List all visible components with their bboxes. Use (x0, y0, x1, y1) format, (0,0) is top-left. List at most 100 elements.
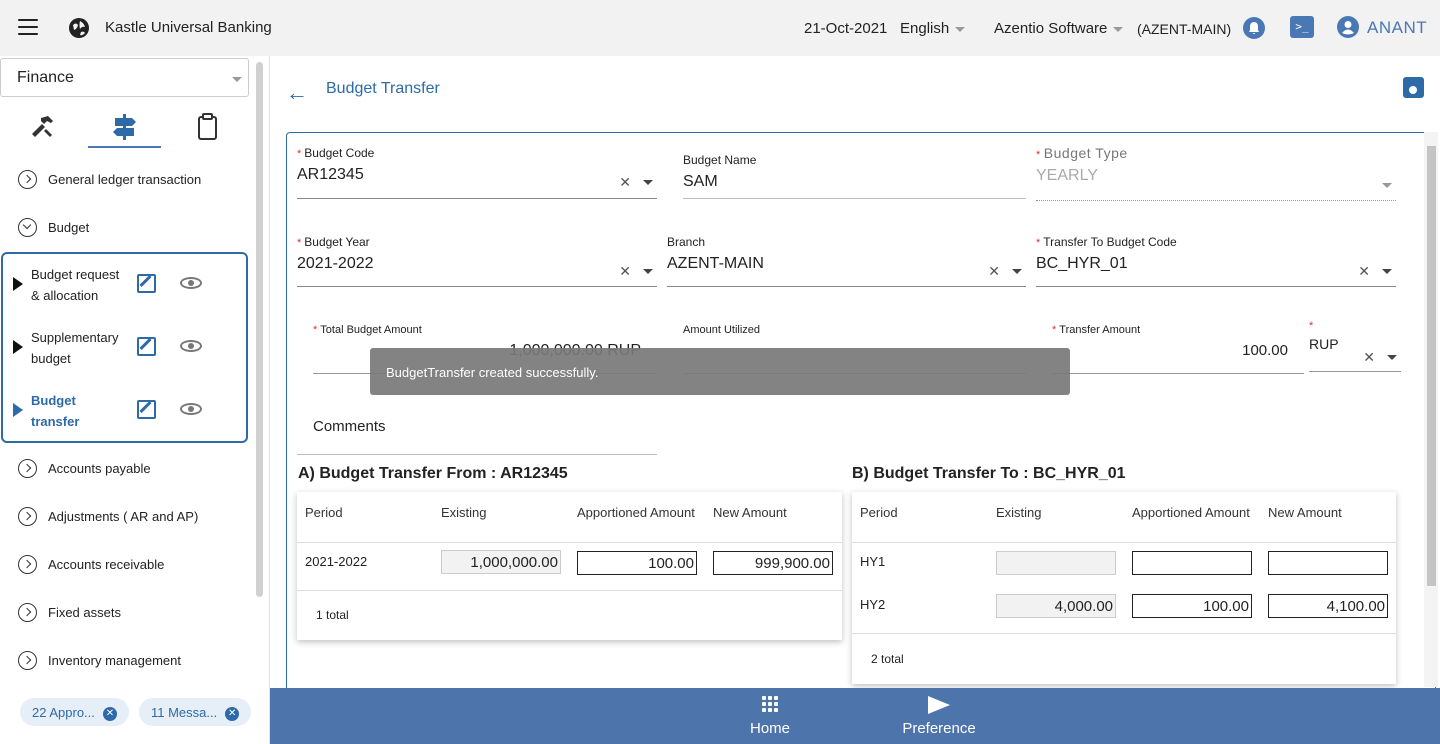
eye-icon[interactable] (180, 403, 202, 415)
clear-icon[interactable]: ✕ (988, 263, 1000, 280)
new-amount-input[interactable]: 4,100.00 (1268, 594, 1388, 618)
existing-cell: 4,000.00 (996, 594, 1116, 618)
sidebar-item-adjustments[interactable]: Adjustments ( AR and AP) (18, 505, 198, 527)
signpost-icon[interactable] (110, 112, 140, 142)
transfer-amount-field[interactable]: * Transfer Amount 100.00 (1052, 324, 1304, 374)
field-label: Budget Type (1043, 145, 1128, 161)
form-scrollbar[interactable] (1427, 146, 1436, 586)
field-label: Budget Name (683, 153, 757, 167)
chevron-right-circle-icon (18, 554, 37, 574)
close-icon[interactable]: ✕ (225, 706, 240, 721)
sidebar-tabs (0, 108, 255, 148)
sidebar-scrollbar[interactable] (256, 62, 263, 597)
menu-icon[interactable] (18, 19, 38, 35)
bell-icon[interactable] (1243, 17, 1265, 39)
sidebar-item-fixed-assets[interactable]: Fixed assets (18, 601, 121, 623)
language-select[interactable]: English (900, 20, 966, 37)
home-button[interactable]: Home (730, 688, 810, 744)
sidebar-subitem-supplementary-budget[interactable]: Supplementary budget (3, 323, 223, 369)
field-label: Budget Code (304, 146, 375, 160)
clear-icon[interactable]: ✕ (1358, 263, 1370, 280)
field-underline (683, 198, 1026, 199)
budget-code-value: AR12345 (297, 166, 364, 183)
field-underline (1052, 373, 1304, 374)
clear-icon[interactable]: ✕ (619, 174, 631, 191)
column-header: Existing (441, 505, 487, 520)
period-cell: 2021-2022 (305, 554, 368, 569)
messages-chip[interactable]: 11 Messa... ✕ (139, 698, 252, 726)
edit-icon[interactable] (137, 274, 156, 293)
approvals-chip[interactable]: 22 Appro... ✕ (20, 698, 129, 726)
budget-code-field[interactable]: * Budget Code AR12345 ✕ (297, 146, 657, 199)
back-arrow-icon[interactable]: ← (286, 80, 308, 106)
chevron-down-icon[interactable] (1012, 269, 1022, 274)
send-icon (928, 696, 950, 714)
preference-button[interactable]: Preference (899, 688, 979, 744)
company-select[interactable]: Azentio Software (994, 20, 1124, 37)
apps-grid-icon (762, 696, 779, 713)
divider (852, 633, 1396, 634)
sidebar-item-accounts-payable[interactable]: Accounts payable (18, 457, 151, 479)
apportioned-input[interactable]: 100.00 (1132, 594, 1252, 618)
transfer-from-title: A) Budget Transfer From : AR12345 (298, 465, 568, 482)
clipboard-icon[interactable] (193, 112, 223, 142)
branch-field[interactable]: Branch AZENT-MAIN ✕ (667, 235, 1026, 287)
chevron-down-icon[interactable] (1387, 355, 1397, 360)
company-label: Azentio Software (994, 20, 1108, 37)
new-amount-input[interactable] (1268, 551, 1388, 575)
currency-field[interactable]: * RUP ✕ (1309, 318, 1401, 372)
apportioned-input[interactable] (1132, 551, 1252, 575)
budget-name-value: SAM (683, 173, 718, 190)
apportioned-input[interactable]: 100.00 (577, 551, 697, 575)
close-icon[interactable]: ✕ (102, 706, 117, 721)
user-name[interactable]: ANANT (1367, 18, 1427, 38)
existing-cell: 1,000,000.00 (441, 550, 561, 574)
currency-value: RUP (1309, 336, 1339, 352)
period-cell: HY2 (860, 597, 886, 612)
sidebar-item-label: Fixed assets (48, 604, 121, 620)
comments-field[interactable]: Comments (297, 418, 657, 455)
sidebar-item-budget[interactable]: Budget (18, 216, 89, 238)
chevron-down-icon[interactable] (643, 269, 653, 274)
sidebar-item-general-ledger[interactable]: General ledger transaction (18, 168, 201, 190)
edit-icon[interactable] (137, 337, 156, 356)
column-header: Period (305, 505, 343, 520)
field-underline (297, 454, 657, 455)
app-title: Kastle Universal Banking (105, 19, 272, 36)
sidebar-item-inventory[interactable]: Inventory management (18, 649, 181, 671)
column-header: Apportioned Amount (577, 505, 695, 520)
budget-year-field[interactable]: * Budget Year 2021-2022 ✕ (297, 235, 657, 287)
save-icon[interactable] (1403, 77, 1424, 98)
transfer-to-budget-code-field[interactable]: * Transfer To Budget Code BC_HYR_01 ✕ (1036, 235, 1396, 287)
clear-icon[interactable]: ✕ (1363, 349, 1375, 366)
column-header: Apportioned Amount (1132, 505, 1250, 520)
terminal-icon[interactable]: >_ (1290, 16, 1314, 38)
eye-icon[interactable] (180, 277, 202, 289)
chevron-right-circle-icon (18, 506, 37, 526)
field-underline (1309, 371, 1401, 372)
column-header: New Amount (1268, 505, 1342, 520)
sidebar-item-accounts-receivable[interactable]: Accounts receivable (18, 553, 164, 575)
new-amount-input[interactable]: 999,900.00 (713, 551, 833, 575)
globe-icon (69, 18, 89, 38)
chevron-down-icon (955, 26, 966, 32)
sidebar-item-label: Accounts receivable (48, 556, 165, 572)
module-select[interactable]: Finance (0, 58, 249, 97)
chevron-down-icon[interactable] (643, 180, 653, 185)
chevron-down-icon[interactable] (1382, 269, 1392, 274)
language-label: English (900, 20, 950, 37)
chevron-right-circle-icon (18, 602, 37, 622)
budget-name-field[interactable]: Budget Name SAM (683, 153, 1026, 199)
chevron-down-icon (232, 77, 242, 82)
field-label: Transfer Amount (1059, 324, 1141, 336)
edit-icon[interactable] (137, 400, 156, 419)
sidebar-subitem-budget-transfer[interactable]: Budget transfer (3, 386, 223, 432)
sidebar-subitem-budget-request[interactable]: Budget request & allocation (3, 260, 223, 306)
transfer-amount-value: 100.00 (1242, 342, 1288, 359)
tools-icon[interactable] (28, 112, 58, 142)
clear-icon[interactable]: ✕ (619, 263, 631, 280)
field-label: Budget Year (304, 235, 370, 249)
chevron-right-circle-icon (18, 650, 37, 670)
user-icon[interactable] (1337, 16, 1359, 38)
eye-icon[interactable] (180, 340, 202, 352)
